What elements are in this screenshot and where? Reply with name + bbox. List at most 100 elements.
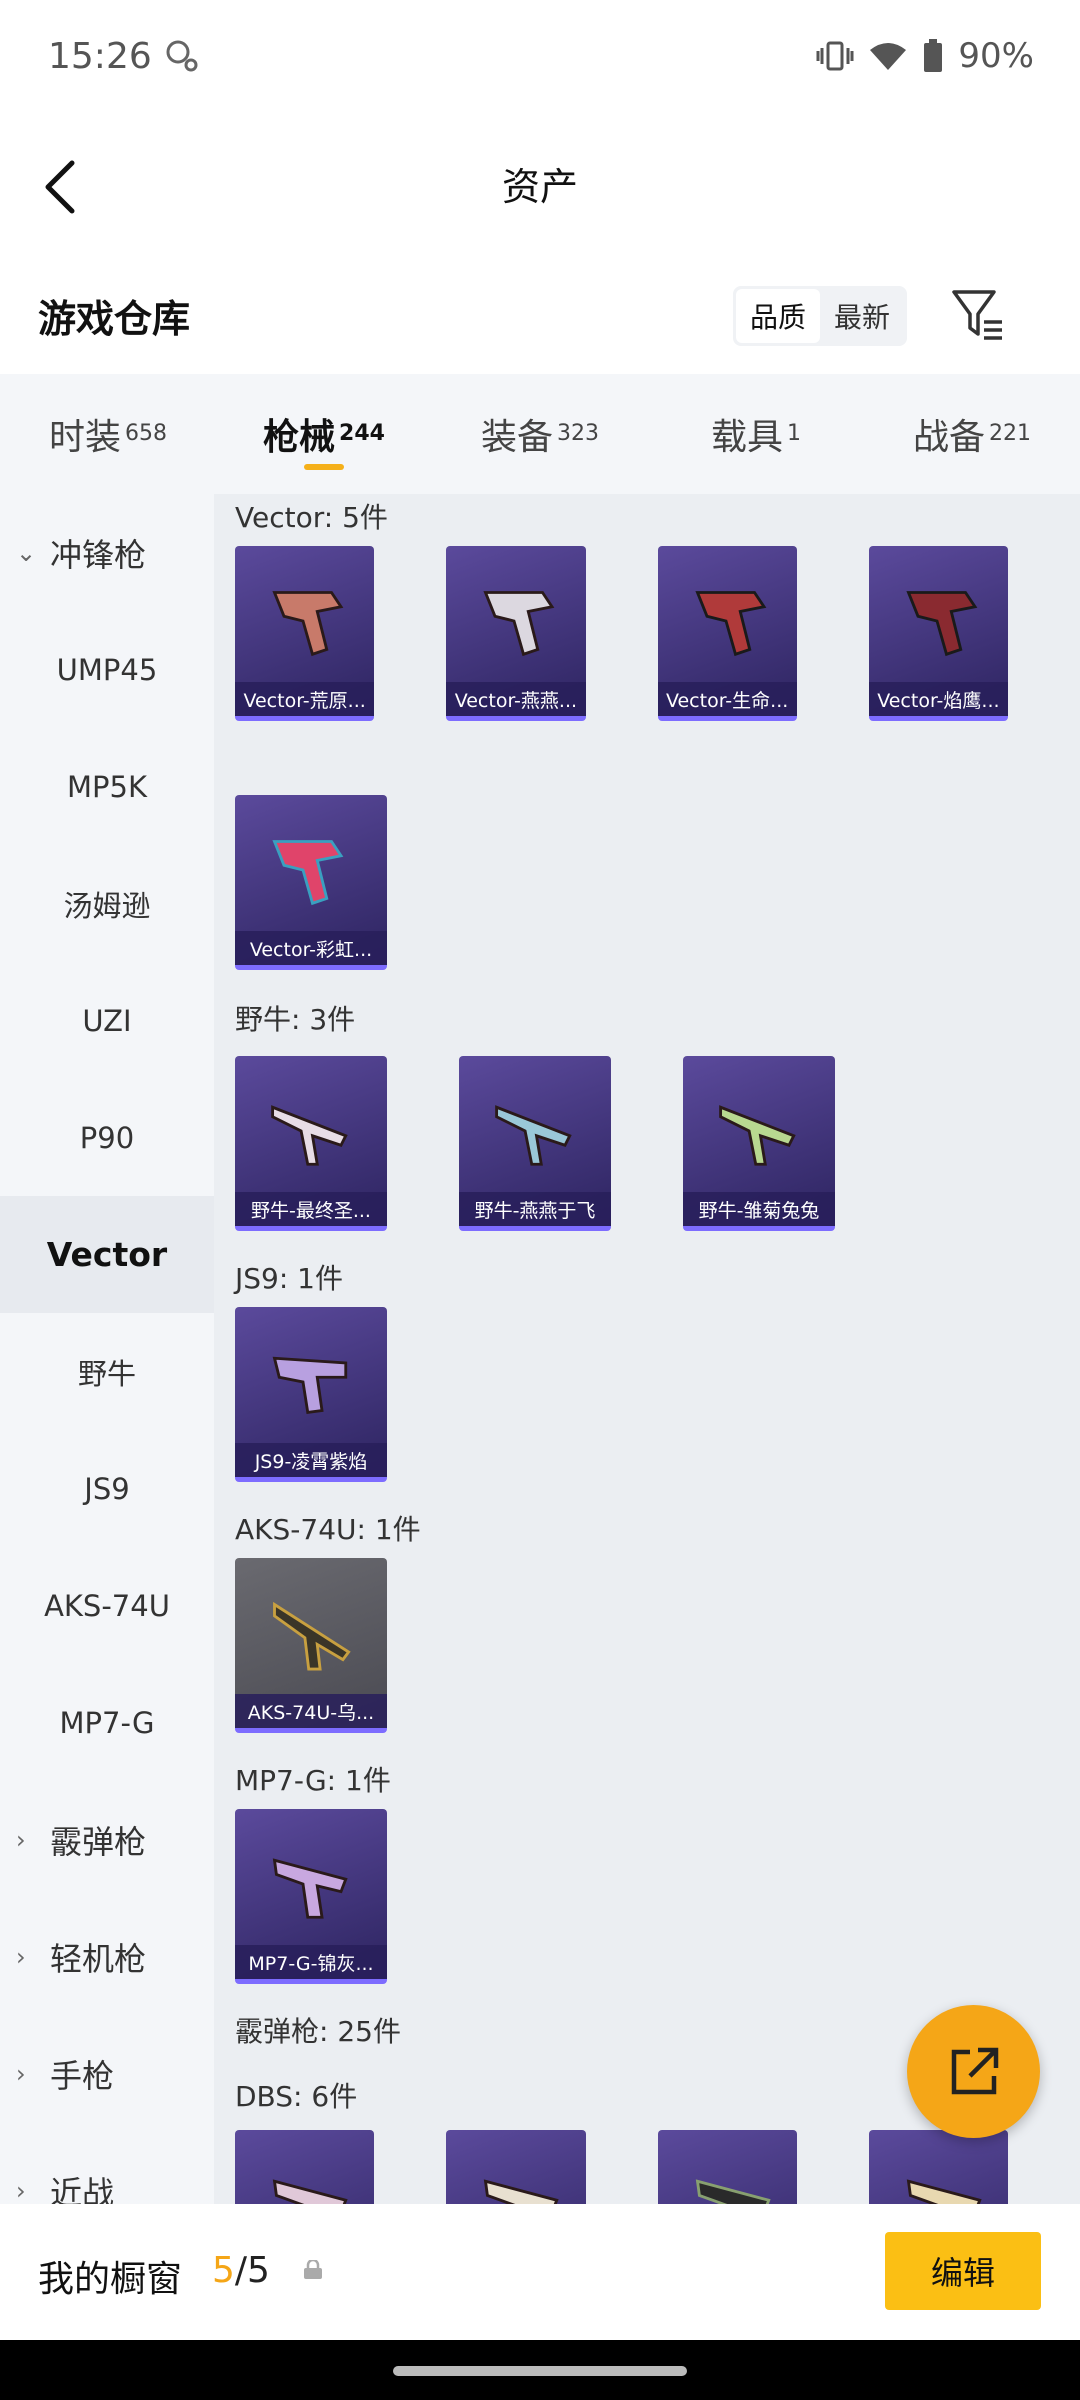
skin-card[interactable]	[446, 2130, 586, 2204]
skin-card-label: AKS-74U-乌...	[235, 1694, 387, 1728]
skin-card[interactable]: Vector-生命...	[657, 546, 797, 721]
item-row: Vector-荒原... Vector-燕燕... Vector-生命... V…	[235, 546, 1080, 721]
item-row: 野牛-最终圣... 野牛-燕燕于飞 野牛-雏菊兔兔	[235, 1056, 1080, 1231]
skin-card[interactable]: Vector-荒原...	[235, 546, 375, 721]
skin-card-label: Vector-彩虹...	[235, 931, 387, 965]
sidebar-item-uzi[interactable]: UZI	[0, 962, 214, 1079]
weapon-sidebar: ⌄ 冲锋枪 UMP45 MP5K 汤姆逊 UZI P90 Vector 野牛 JS…	[0, 494, 214, 2204]
sidebar-item-pistol[interactable]: › 手枪	[0, 2015, 214, 2132]
skin-card[interactable]	[235, 2130, 375, 2204]
sidebar-item-smg[interactable]: ⌄ 冲锋枪	[0, 494, 214, 611]
sidebar-item-js9[interactable]: JS9	[0, 1430, 214, 1547]
sidebar-item-label: UZI	[82, 1003, 132, 1038]
showcase-bar: 我的橱窗 5/5 编辑	[0, 2204, 1080, 2340]
tab-label: 时装	[48, 417, 121, 458]
filter-button[interactable]	[948, 282, 1008, 346]
gun-skin-icon	[273, 1601, 351, 1671]
category-tabs: 时装 658 枪械 244 装备 323 载具 1 战备 221	[0, 374, 1080, 494]
tab-gear[interactable]: 战备 221	[864, 374, 1080, 494]
sidebar-item-thompson[interactable]: 汤姆逊	[0, 845, 214, 962]
skin-card[interactable]: JS9-凌霄紫焰	[235, 1307, 387, 1482]
gun-skin-icon	[272, 840, 344, 906]
section-header: 野牛: 3件	[235, 1003, 356, 1036]
chevron-right-icon: ›	[16, 1825, 26, 1854]
sort-newest-button[interactable]: 最新	[820, 289, 904, 343]
section-header: MP7-G: 1件	[235, 1764, 391, 1797]
item-row: MP7-G-锦灰...	[235, 1809, 1080, 1984]
sidebar-item-melee[interactable]: › 近战	[0, 2132, 214, 2205]
section-header: Vector: 5件	[235, 501, 388, 534]
item-row	[235, 2130, 1080, 2204]
skin-card[interactable]: MP7-G-锦灰...	[235, 1809, 387, 1984]
sidebar-item-label: JS9	[84, 1471, 130, 1506]
sidebar-item-shotgun[interactable]: › 霰弹枪	[0, 1781, 214, 1898]
skin-card[interactable]: Vector-彩虹...	[235, 795, 387, 970]
skin-card[interactable]	[657, 2130, 797, 2204]
filter-icon	[952, 290, 1002, 340]
battery-percent: 90%	[958, 36, 1034, 76]
edit-button[interactable]: 编辑	[885, 2232, 1041, 2310]
sidebar-item-lmg[interactable]: › 轻机枪	[0, 1898, 214, 2015]
sidebar-item-aks74u[interactable]: AKS-74U	[0, 1547, 214, 1664]
skin-card[interactable]	[868, 2130, 1008, 2204]
skin-card[interactable]: 野牛-雏菊兔兔	[683, 1056, 835, 1231]
skin-card-label: MP7-G-锦灰...	[235, 1945, 387, 1979]
chevron-right-icon: ›	[16, 2059, 26, 2088]
top-nav: 资产	[0, 112, 1080, 258]
skin-card[interactable]: AKS-74U-乌...	[235, 1558, 387, 1733]
item-list[interactable]: Vector: 5件 Vector-荒原... Vector-燕燕... Vec…	[214, 494, 1080, 2204]
lock-icon	[304, 2260, 322, 2279]
warehouse-header: 游戏仓库 品质 最新	[0, 258, 1080, 374]
home-indicator[interactable]	[393, 2366, 687, 2376]
sidebar-item-label: 汤姆逊	[63, 888, 151, 923]
skin-card[interactable]: 野牛-最终圣...	[235, 1056, 387, 1231]
tab-vehicles[interactable]: 载具 1	[648, 374, 864, 494]
share-button[interactable]	[907, 2005, 1040, 2138]
gun-skin-icon	[906, 591, 978, 657]
skin-card-label: Vector-生命...	[657, 682, 797, 716]
chevron-right-icon: ›	[16, 1942, 26, 1971]
chevron-down-icon: ⌄	[16, 538, 37, 567]
sidebar-item-p90[interactable]: P90	[0, 1079, 214, 1196]
sidebar-item-ump45[interactable]: UMP45	[0, 611, 214, 728]
sidebar-item-mp7g[interactable]: MP7-G	[0, 1664, 214, 1781]
skin-card-label: Vector-荒原...	[235, 682, 375, 716]
item-row: JS9-凌霄紫焰	[235, 1307, 1080, 1482]
gun-skin-icon	[484, 2179, 559, 2204]
tab-label: 装备	[480, 417, 553, 458]
system-nav-bar	[0, 2340, 1080, 2400]
chevron-right-icon: ›	[16, 2176, 26, 2205]
skin-card-label: JS9-凌霄紫焰	[235, 1443, 387, 1477]
tab-label: 枪械	[263, 417, 336, 458]
skin-card[interactable]: Vector-燕燕...	[446, 546, 586, 721]
sidebar-item-label: 霰弹枪	[50, 1822, 147, 1861]
gun-skin-icon	[483, 591, 555, 657]
skin-card-label: Vector-燕燕...	[446, 682, 586, 716]
sidebar-item-label: UMP45	[56, 652, 158, 687]
gun-skin-icon	[272, 1356, 348, 1414]
section-header: AKS-74U: 1件	[235, 1513, 421, 1546]
gun-skin-icon	[272, 591, 344, 657]
skin-card-label: 野牛-雏菊兔兔	[683, 1192, 835, 1226]
gun-skin-icon	[694, 591, 766, 657]
sidebar-item-label: P90	[79, 1120, 135, 1155]
sidebar-item-vector[interactable]: Vector	[0, 1196, 214, 1313]
tab-equipment[interactable]: 装备 323	[432, 374, 648, 494]
item-row: AKS-74U-乌...	[235, 1558, 1080, 1733]
tab-skins[interactable]: 时装 658	[0, 374, 216, 494]
skin-card[interactable]: 野牛-燕燕于飞	[459, 1056, 611, 1231]
sidebar-item-bizon[interactable]: 野牛	[0, 1313, 214, 1430]
tab-guns[interactable]: 枪械 244	[216, 374, 432, 494]
item-row: Vector-彩虹...	[235, 795, 1080, 970]
sort-quality-button[interactable]: 品质	[736, 289, 821, 343]
skin-card-label: 野牛-燕燕于飞	[459, 1192, 611, 1226]
sidebar-item-label: 野牛	[77, 1356, 136, 1391]
gun-skin-icon	[271, 1105, 348, 1166]
sidebar-item-label: MP5K	[67, 769, 147, 804]
clock: 15:26	[48, 35, 152, 77]
showcase-count-current: 5	[212, 2250, 235, 2291]
sidebar-item-label: 轻机枪	[50, 1939, 147, 1978]
sidebar-item-mp5k[interactable]: MP5K	[0, 728, 214, 845]
skin-card-label: 野牛-最终圣...	[235, 1192, 387, 1226]
skin-card[interactable]: Vector-焰鹰...	[868, 546, 1008, 721]
